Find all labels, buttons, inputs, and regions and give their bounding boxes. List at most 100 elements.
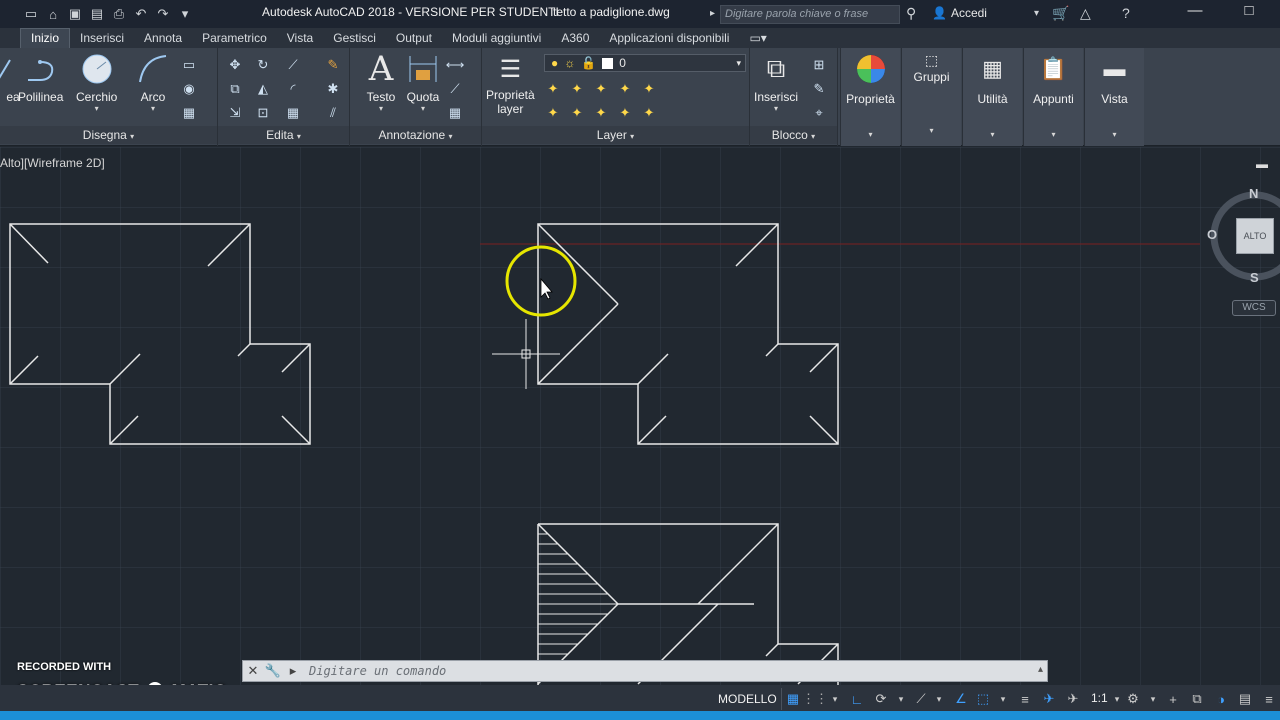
insert-block-button[interactable]: ⧉ Inserisci ▾	[754, 52, 798, 113]
save-as-icon[interactable]: ▤	[88, 5, 106, 23]
auto-scale-icon[interactable]: ✈	[1064, 690, 1082, 708]
customize-status-icon[interactable]: ≡	[1260, 690, 1278, 708]
viewcube-south[interactable]: S	[1250, 270, 1259, 285]
tab-vista[interactable]: Vista	[277, 29, 323, 48]
array-icon[interactable]: ▦	[284, 104, 302, 122]
object-snap-dropdown-icon[interactable]: ▾	[994, 690, 1012, 708]
tab-annota[interactable]: Annota	[134, 29, 192, 48]
layer-tool-8-icon[interactable]: ✦	[592, 104, 610, 122]
panel-layers-title[interactable]: Layer ▾	[482, 126, 749, 144]
linear-dim-icon[interactable]: ⟷	[446, 56, 465, 74]
hatch-icon[interactable]: ◉	[180, 80, 198, 98]
ortho-icon[interactable]: ∟	[848, 690, 866, 708]
groups-panel-button[interactable]: ⬚ Gruppi ▾	[901, 48, 961, 146]
command-prompt-icon[interactable]: ▸	[283, 661, 303, 681]
customize-dropdown-icon[interactable]: ▾	[176, 5, 194, 23]
explode-icon[interactable]: ✱	[324, 80, 342, 98]
dimension-button[interactable]: Quota ▾	[406, 52, 440, 113]
layer-tool-2-icon[interactable]: ✦	[568, 80, 586, 98]
text-dropdown-icon[interactable]: ▾	[379, 104, 383, 113]
viewcube-face-top[interactable]: ALTO	[1236, 218, 1274, 254]
print-icon[interactable]: ⎙	[110, 5, 128, 23]
units-icon[interactable]: ⧉	[1188, 690, 1206, 708]
layer-tool-10-icon[interactable]: ✦	[640, 104, 658, 122]
stretch-icon[interactable]: ⇲	[226, 104, 244, 122]
circle-button[interactable]: Cerchio ▾	[76, 52, 117, 113]
clipboard-panel-button[interactable]: 📋 Appunti ▾	[1023, 48, 1083, 146]
tab-parametrico[interactable]: Parametrico	[192, 29, 277, 48]
tab-inserisci[interactable]: Inserisci	[70, 29, 134, 48]
expand-arrow-icon[interactable]: ▸	[710, 8, 715, 19]
text-button[interactable]: A Testo ▾	[364, 49, 398, 113]
layer-tool-9-icon[interactable]: ✦	[616, 104, 634, 122]
command-history-icon[interactable]: ▴	[1038, 664, 1043, 675]
tab-output[interactable]: Output	[386, 29, 442, 48]
layer-tool-1-icon[interactable]: ✦	[544, 80, 562, 98]
leader-icon[interactable]: ⟋	[446, 80, 464, 98]
create-block-icon[interactable]: ⊞	[810, 56, 828, 74]
isolate-objects-icon[interactable]: ◑	[1212, 690, 1230, 708]
panel-draw-title[interactable]: Disegna ▾	[0, 126, 217, 144]
layer-properties-button[interactable]: ☰ Proprietà layer	[486, 52, 535, 117]
gradient-icon[interactable]: ▦	[180, 104, 198, 122]
panel-modify-title[interactable]: Edita ▾	[218, 126, 349, 144]
help-icon[interactable]: ?	[1122, 5, 1130, 21]
isodraft-icon[interactable]: ⟋	[912, 690, 930, 708]
rotate-icon[interactable]: ↻	[254, 56, 272, 74]
properties-panel-button[interactable]: Proprietà ▾	[840, 48, 900, 146]
workspace-gear-icon[interactable]: ⚙	[1124, 690, 1142, 708]
drawing-viewport[interactable]: Alto][Wireframe 2D] ▬	[0, 147, 1280, 685]
layer-tool-5-icon[interactable]: ✦	[640, 80, 658, 98]
cart-icon[interactable]: 🛒	[1052, 5, 1069, 22]
lineweight-icon[interactable]: ≡	[1016, 690, 1034, 708]
polar-dropdown-icon[interactable]: ▾	[892, 690, 910, 708]
tab-gestisci[interactable]: Gestisci	[323, 29, 386, 48]
erase-icon[interactable]: ✎	[324, 56, 342, 74]
utilities-panel-button[interactable]: ▦ Utilità ▾	[962, 48, 1022, 146]
isodraft-dropdown-icon[interactable]: ▾	[930, 690, 948, 708]
new-file-icon[interactable]: ▭	[22, 5, 40, 23]
view-panel-button[interactable]: ▬ Vista ▾	[1084, 48, 1144, 146]
polyline-button[interactable]: Polilinea	[18, 52, 63, 104]
viewcube-west[interactable]: O	[1207, 227, 1217, 242]
mirror-icon[interactable]: ◭	[254, 80, 272, 98]
block-attribute-icon[interactable]: ⌖	[810, 104, 828, 122]
offset-icon[interactable]: ⫽	[324, 104, 342, 122]
move-icon[interactable]: ✥	[226, 56, 244, 74]
wcs-menu[interactable]: WCS	[1232, 300, 1276, 316]
close-command-icon[interactable]: ✕	[243, 661, 263, 681]
grid-icon[interactable]: ▦	[784, 690, 802, 708]
tab-options-icon[interactable]: ▭▾	[739, 29, 776, 48]
model-space-button[interactable]: MODELLO	[714, 688, 782, 710]
tab-moduli-aggiuntivi[interactable]: Moduli aggiuntivi	[442, 29, 551, 48]
tab-applicazioni[interactable]: Applicazioni disponibili	[599, 29, 739, 48]
fillet-icon[interactable]: ◜	[284, 80, 302, 98]
layer-dropdown[interactable]: ● ☼ 🔓 0 ▾	[544, 54, 746, 72]
object-snap-tracking-icon[interactable]: ∠	[952, 690, 970, 708]
annotation-scale[interactable]: 1:1	[1091, 691, 1108, 705]
annotation-visibility-icon[interactable]: ✈	[1040, 690, 1058, 708]
redo-icon[interactable]: ↷	[154, 5, 172, 23]
tab-inizio[interactable]: Inizio	[20, 28, 71, 48]
customize-wrench-icon[interactable]: 🔧	[263, 661, 283, 681]
search-input[interactable]: Digitare parola chiave o frase	[720, 5, 900, 24]
save-icon[interactable]: ▣	[66, 5, 84, 23]
tab-a360[interactable]: A360	[551, 29, 599, 48]
workspace-dropdown-icon[interactable]: ▾	[1144, 690, 1162, 708]
object-snap-icon[interactable]: ⬚	[974, 690, 992, 708]
signin-button[interactable]: 👤 Accedi	[932, 6, 987, 20]
panel-annotation-title[interactable]: Annotazione ▾	[350, 126, 481, 144]
trim-icon[interactable]: ⟋	[284, 56, 302, 74]
layer-tool-3-icon[interactable]: ✦	[592, 80, 610, 98]
command-input[interactable]: Digitare un comando	[309, 664, 446, 678]
panel-block-title[interactable]: Blocco ▾	[750, 126, 837, 144]
binoculars-icon[interactable]: ⚲	[906, 5, 916, 22]
layer-tool-7-icon[interactable]: ✦	[568, 104, 586, 122]
undo-icon[interactable]: ↶	[132, 5, 150, 23]
scale-icon[interactable]: ⊡	[254, 104, 272, 122]
command-line[interactable]: ✕ 🔧 ▸ Digitare un comando ▴	[242, 660, 1048, 682]
open-icon[interactable]: ⌂	[44, 5, 62, 23]
exchange-icon[interactable]: △	[1080, 5, 1091, 22]
insert-block-dropdown-icon[interactable]: ▾	[774, 104, 778, 113]
circle-dropdown-icon[interactable]: ▾	[95, 104, 99, 113]
